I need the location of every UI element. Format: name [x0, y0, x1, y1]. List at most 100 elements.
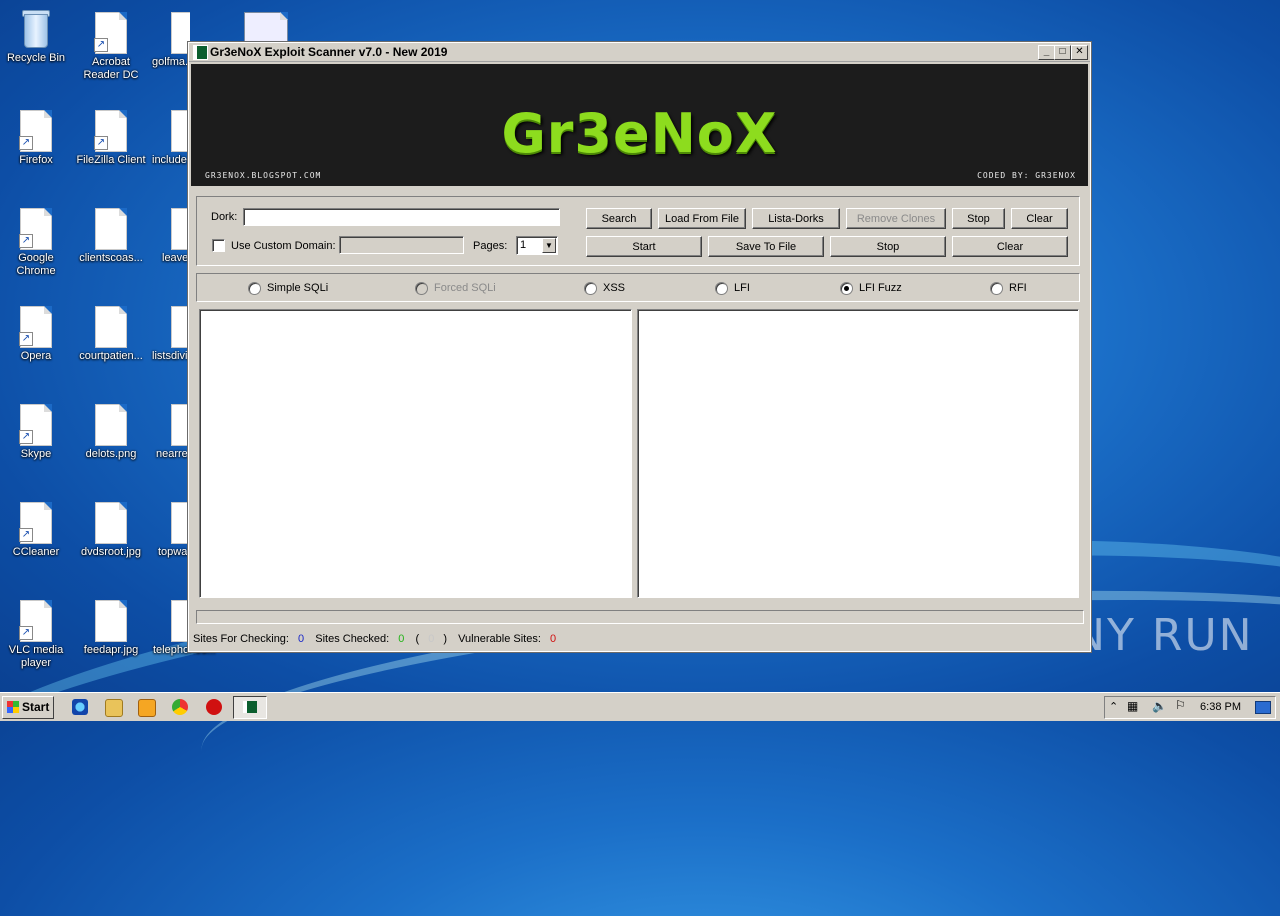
- rfi-radio[interactable]: [990, 282, 1003, 295]
- lfi-radio[interactable]: [715, 282, 728, 295]
- paren-open: (: [415, 633, 420, 645]
- desktop-icon-label: delots.png: [85, 448, 137, 460]
- desktop-icon-courtpatien[interactable]: courtpatien...: [75, 306, 147, 363]
- close-button[interactable]: ✕: [1071, 45, 1088, 60]
- media-player-icon[interactable]: [138, 699, 156, 717]
- desktop-icon-opera[interactable]: ↗ Opera: [0, 306, 72, 363]
- clear-results-button[interactable]: Clear: [952, 236, 1068, 257]
- start-button[interactable]: Start: [2, 696, 54, 719]
- lfi-fuzz-radio[interactable]: [840, 282, 853, 295]
- forced-sqli-label: Forced SQLi: [434, 282, 496, 294]
- pages-value: 1: [520, 239, 527, 251]
- file-icon: [95, 404, 127, 446]
- sites-list[interactable]: [199, 309, 632, 598]
- lista-dorks-button[interactable]: Lista-Dorks: [752, 208, 840, 229]
- app-flag-icon: [193, 45, 208, 60]
- custom-domain-checkbox[interactable]: [212, 239, 225, 252]
- volume-icon[interactable]: 🔈: [1152, 699, 1167, 713]
- desktop-icon-delots[interactable]: delots.png: [75, 404, 147, 461]
- stop-scan-button[interactable]: Stop: [830, 236, 946, 257]
- pages-label: Pages:: [473, 240, 508, 252]
- document-thumbnail-icon: [244, 12, 288, 44]
- shortcut-arrow-icon: ↗: [19, 626, 33, 640]
- desktop-icon-label: Google Chrome: [16, 252, 56, 277]
- load-from-file-button[interactable]: Load From File: [658, 208, 746, 229]
- sites-checked-count: 0: [398, 633, 405, 645]
- action-center-flag-icon[interactable]: ⚐: [1175, 698, 1186, 712]
- shortcut-arrow-icon: ↗: [19, 234, 33, 248]
- desktop-icon-leave[interactable]: leave...: [150, 208, 190, 265]
- paren-close: ): [443, 633, 448, 645]
- banner: Gr3eNoX GR3ENOX.BLOGSPOT.COM CODED BY: G…: [191, 64, 1088, 186]
- recycle-bin-icon: [19, 8, 53, 48]
- chrome-icon[interactable]: [172, 699, 188, 715]
- show-hidden-icons-icon[interactable]: ⌃: [1109, 700, 1118, 713]
- desktop-icon-acrobat[interactable]: ↗ Acrobat Reader DC: [75, 12, 147, 82]
- forced-sqli-radio[interactable]: [415, 282, 428, 295]
- shortcut-arrow-icon: ↗: [94, 38, 108, 52]
- folder-icon[interactable]: [105, 699, 123, 717]
- desktop-icon-dvdsroot[interactable]: dvdsroot.jpg: [75, 502, 147, 559]
- title-bar[interactable]: Gr3eNoX Exploit Scanner v7.0 - New 2019 …: [189, 43, 1090, 62]
- desktop-icon-label: Acrobat Reader DC: [83, 56, 139, 81]
- desktop-icon-label: Opera: [20, 350, 52, 362]
- desktop-icon-ccleaner[interactable]: ↗ CCleaner: [0, 502, 72, 559]
- desktop-icon-google-chrome[interactable]: ↗ Google Chrome: [0, 208, 72, 278]
- desktop-icon-skype[interactable]: ↗ Skype: [0, 404, 72, 461]
- dork-input[interactable]: [243, 208, 560, 226]
- desktop-icon-firefox[interactable]: ↗ Firefox: [0, 110, 72, 167]
- desktop-icon-label: FileZilla Client: [76, 154, 146, 166]
- desktop-icon-label: topwa...: [158, 546, 190, 558]
- desktop-icon-clientscoas[interactable]: clientscoas...: [75, 208, 147, 265]
- maximize-button[interactable]: □: [1054, 45, 1071, 60]
- start-button[interactable]: Start: [586, 236, 702, 257]
- banner-website: GR3ENOX.BLOGSPOT.COM: [205, 171, 322, 180]
- shortcut-arrow-icon: ↗: [19, 430, 33, 444]
- simple-sqli-label: Simple SQLi: [267, 282, 329, 294]
- desktop-icon-label: VLC media player: [8, 644, 64, 669]
- system-tray: ⌃ ▦ 🔈 ⚐ 6:38 PM: [1104, 696, 1276, 719]
- clear-search-button[interactable]: Clear: [1011, 208, 1068, 229]
- file-icon: [95, 502, 127, 544]
- controls-panel: Dork: Use Custom Domain: Pages: 1 ▼ Sear…: [196, 196, 1080, 266]
- file-icon: [95, 600, 127, 642]
- desktop-icon-topwa[interactable]: topwa...: [150, 502, 190, 559]
- vulnerable-list[interactable]: [637, 309, 1079, 598]
- search-button[interactable]: Search: [586, 208, 652, 229]
- opera-icon[interactable]: [206, 699, 222, 715]
- simple-sqli-radio[interactable]: [248, 282, 261, 295]
- desktop-icon-label: CCleaner: [12, 546, 60, 558]
- desktop-icon-label: feedapr.jpg: [83, 644, 139, 656]
- desktop-icon-recycle-bin[interactable]: Recycle Bin: [0, 8, 72, 65]
- lfi-label: LFI: [734, 282, 750, 294]
- chevron-down-icon[interactable]: ▼: [542, 238, 556, 253]
- sites-checked-extra: 0: [428, 633, 435, 645]
- vulnerable-sites-label: Vulnerable Sites:: [458, 633, 541, 645]
- desktop-icon-label: listsdivi...: [152, 350, 190, 362]
- internet-explorer-icon[interactable]: [72, 699, 88, 715]
- shortcut-arrow-icon: ↗: [94, 136, 108, 150]
- clock[interactable]: 6:38 PM: [1200, 701, 1241, 713]
- minimize-button[interactable]: _: [1038, 45, 1055, 60]
- taskbar-item-gr3enox[interactable]: [233, 696, 267, 719]
- desktop-icon-listsdivi[interactable]: listsdivi...: [150, 306, 190, 363]
- desktop-icon-golfma[interactable]: golfma...: [150, 12, 190, 69]
- desktop-icon-filezilla[interactable]: ↗ FileZilla Client: [75, 110, 147, 167]
- desktop-icon-label: nearre...: [156, 448, 190, 460]
- pages-dropdown[interactable]: 1 ▼: [516, 236, 558, 255]
- show-desktop-icon[interactable]: [1255, 701, 1271, 714]
- remove-clones-button[interactable]: Remove Clones: [846, 208, 946, 229]
- desktop-icon-vlc[interactable]: ↗ VLC media player: [0, 600, 72, 670]
- file-icon: [95, 208, 127, 250]
- desktop-icon-feedapr[interactable]: feedapr.jpg: [75, 600, 147, 657]
- xss-label: XSS: [603, 282, 626, 294]
- desktop-icon-include[interactable]: include...: [150, 110, 190, 167]
- xss-radio[interactable]: [584, 282, 597, 295]
- scan-type-panel: Simple SQLi Forced SQLi XSS LFI LFI Fuzz…: [196, 273, 1080, 302]
- save-to-file-button[interactable]: Save To File: [708, 236, 824, 257]
- stop-search-button[interactable]: Stop: [952, 208, 1005, 229]
- rfi-label: RFI: [1009, 282, 1027, 294]
- network-icon[interactable]: ▦: [1127, 699, 1138, 713]
- desktop-icon-nearre[interactable]: nearre...: [150, 404, 190, 461]
- custom-domain-input[interactable]: [339, 236, 464, 254]
